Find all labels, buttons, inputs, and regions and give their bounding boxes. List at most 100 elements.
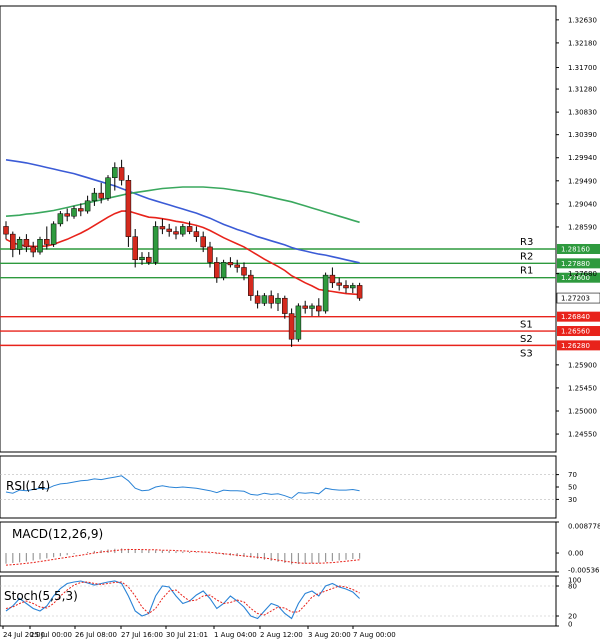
- candle-body: [118, 167, 125, 181]
- candle-body: [71, 208, 77, 217]
- candle-body: [322, 274, 329, 312]
- time-tick-label: 3 Aug 20:00: [308, 631, 351, 639]
- candle-body: [234, 264, 240, 268]
- candle-body: [241, 267, 247, 276]
- candle-body: [125, 180, 132, 237]
- price-tick-label: 1.29040: [568, 200, 597, 208]
- indicator-tick-label: 0.008778: [568, 523, 600, 531]
- macd-label: MACD(12,26,9): [12, 527, 103, 541]
- candle-body: [282, 297, 288, 314]
- candle-body: [166, 228, 172, 232]
- current-price-value: 1.27203: [561, 295, 590, 303]
- candle-body: [23, 239, 30, 248]
- stoch-panel-frame: [0, 575, 557, 627]
- time-tick-label: 27 Jul 16:00: [121, 631, 163, 639]
- price-tick-label: 1.31700: [568, 64, 597, 72]
- candle-body: [112, 167, 118, 178]
- level-label-s2: S2: [520, 334, 533, 345]
- level-label-r3: R3: [520, 237, 533, 248]
- price-tick-label: 1.24550: [568, 431, 597, 439]
- indicator-tick-label: 80: [568, 583, 577, 591]
- time-tick-label: 25 Jul 00:00: [30, 631, 72, 639]
- candle-body: [50, 223, 57, 245]
- time-tick-label: 7 Aug 00:00: [353, 631, 396, 639]
- candle-body: [98, 192, 104, 199]
- level-label-r2: R2: [520, 251, 533, 262]
- price-tick-label: 1.32180: [568, 39, 597, 47]
- candle-body: [16, 239, 23, 250]
- rsi-label: RSI(14): [6, 479, 50, 493]
- stoch-label: Stoch(5,5,3): [4, 589, 78, 603]
- candle-body: [152, 226, 159, 263]
- price-tick-label: 1.28590: [568, 223, 597, 231]
- candle-body: [329, 274, 336, 284]
- level-price-value: 1.26280: [561, 342, 590, 350]
- price-tick-label: 1.29490: [568, 177, 597, 185]
- level-price-value: 1.27880: [561, 260, 590, 268]
- candle-body: [10, 233, 16, 250]
- price-tick-label: 1.30830: [568, 109, 597, 117]
- indicator-tick-label: 30: [568, 496, 577, 504]
- candle-body: [275, 297, 281, 304]
- candle-body: [254, 295, 261, 304]
- candle-body: [288, 313, 295, 340]
- candle-body: [180, 226, 186, 235]
- candle-body: [302, 305, 308, 309]
- indicator-tick-label: -0.005366: [568, 567, 600, 575]
- candle-body: [316, 305, 322, 312]
- candle-body: [30, 246, 36, 253]
- candle-body: [220, 262, 227, 278]
- candle-body: [139, 256, 145, 261]
- price-tick-label: 1.30390: [568, 131, 597, 139]
- price-tick-label: 1.29940: [568, 154, 597, 162]
- time-tick-label: 2 Aug 12:00: [260, 631, 303, 639]
- level-label-s3: S3: [520, 348, 533, 359]
- candle-body: [214, 262, 220, 278]
- candle-body: [3, 226, 9, 235]
- candle-body: [64, 213, 70, 217]
- rsi-panel-frame: [0, 455, 557, 519]
- chart-window: R3 1.28160 R2 1.27880 R1 1.27600 S1 1.26840 S2 1.…: [0, 0, 600, 643]
- candle-body: [57, 213, 64, 225]
- price-tick-label: 1.25900: [568, 361, 597, 369]
- candle-body: [343, 285, 349, 289]
- candle-body: [44, 239, 50, 245]
- candle-body: [78, 208, 84, 212]
- moving-average-line-2: [5, 159, 360, 264]
- rsi-line: [5, 475, 360, 499]
- candle-body: [37, 239, 43, 253]
- candle-body: [350, 285, 356, 289]
- price-tick-label: 1.31280: [568, 86, 597, 94]
- candle-body: [268, 295, 274, 304]
- indicator-tick-label: 50: [568, 484, 577, 492]
- level-price-value: 1.26840: [561, 313, 590, 321]
- candle-body: [146, 256, 152, 263]
- candle-body: [295, 305, 302, 340]
- candle-body: [356, 285, 363, 299]
- level-label-s1: S1: [520, 320, 533, 331]
- candle-body: [207, 246, 213, 263]
- forex-chart: R31.28160R21.27880R11.27600S11.26840S21.…: [0, 5, 600, 639]
- candle-body: [173, 231, 179, 235]
- candle-body: [159, 226, 166, 230]
- time-tick-label: 1 Aug 04:00: [214, 631, 257, 639]
- candle-body: [91, 192, 98, 202]
- indicator-tick-label: 0.00: [568, 550, 584, 558]
- level-price-value: 1.26560: [561, 328, 590, 336]
- price-tick-label: 1.27680: [568, 270, 597, 278]
- candle-body: [186, 226, 193, 232]
- indicator-tick-label: 20: [568, 613, 577, 621]
- candle-body: [132, 236, 138, 261]
- candle-body: [193, 231, 200, 237]
- candle-body: [261, 295, 268, 304]
- time-tick-label: 30 Jul 21:01: [166, 631, 208, 639]
- price-tick-label: 1.32630: [568, 16, 597, 24]
- price-tick-label: 1.25450: [568, 384, 597, 392]
- candle-body: [200, 236, 206, 248]
- level-price-value: 1.28160: [561, 245, 590, 253]
- indicator-tick-label: 0: [568, 621, 572, 629]
- level-label-r1: R1: [520, 266, 533, 277]
- time-tick-label: 26 Jul 08:00: [75, 631, 117, 639]
- candle-body: [227, 262, 234, 266]
- candle-body: [105, 177, 111, 199]
